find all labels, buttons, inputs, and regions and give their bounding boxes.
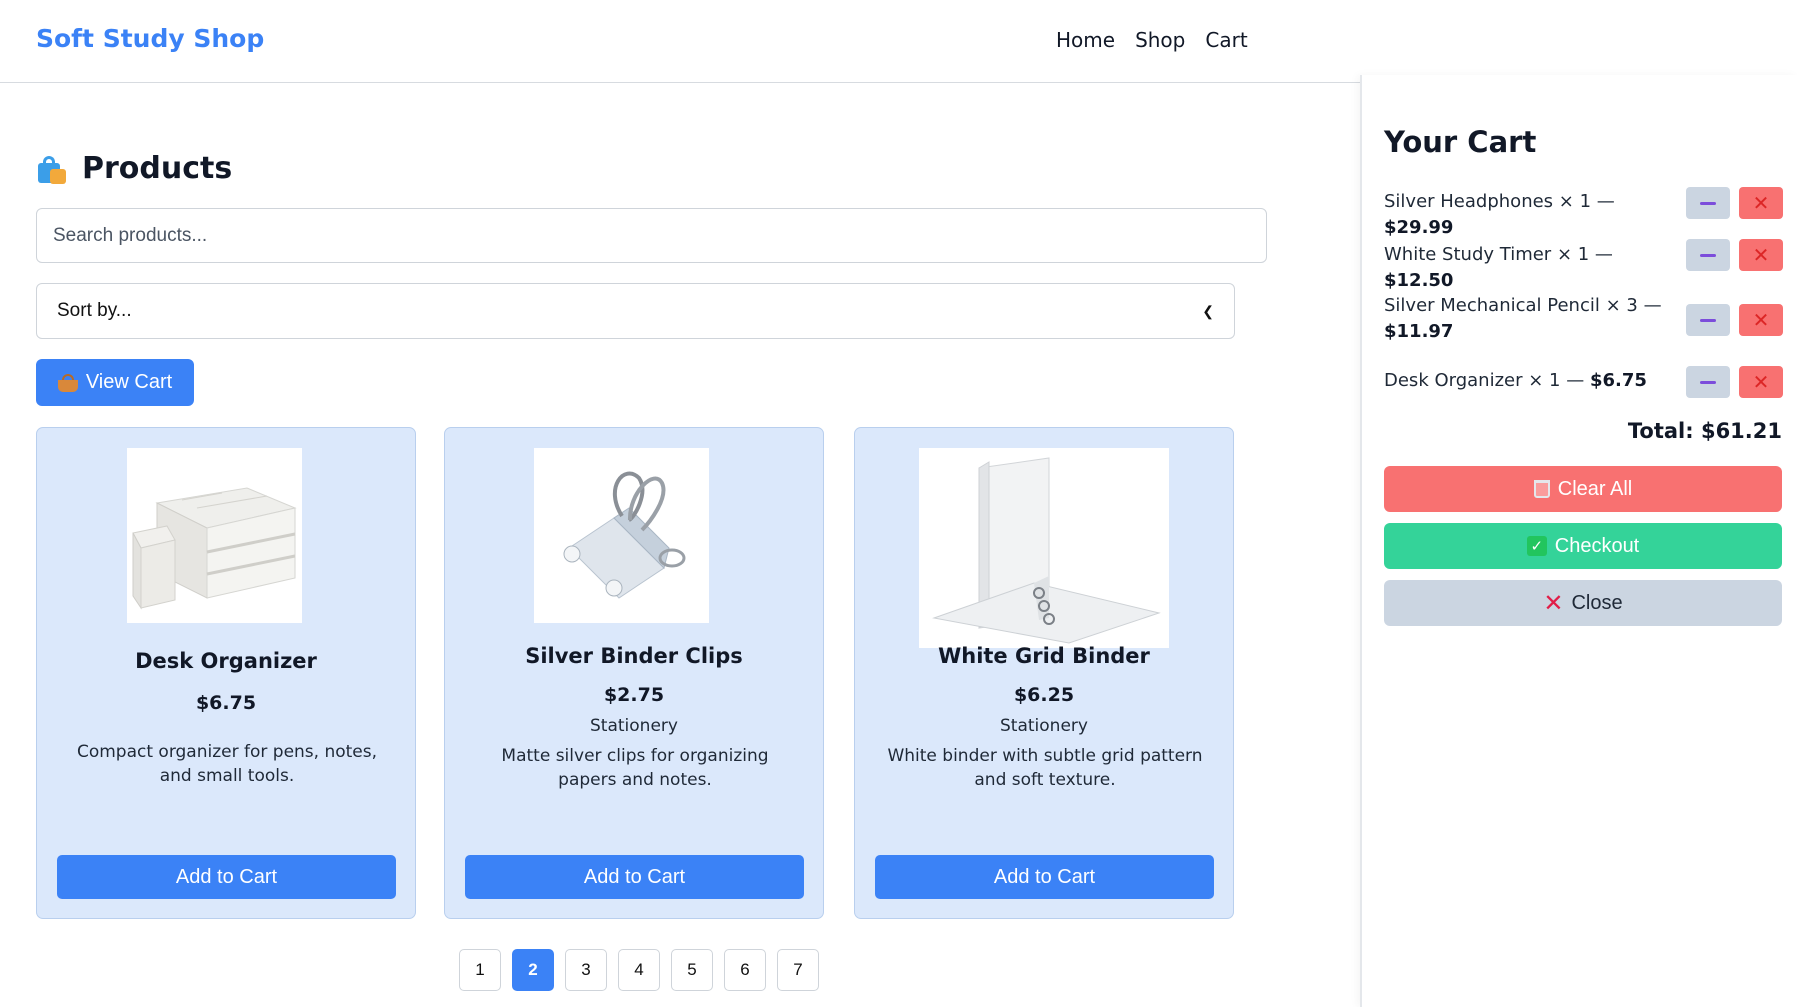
- page-button-6[interactable]: 6: [724, 949, 766, 991]
- minus-icon: [1700, 318, 1716, 322]
- nav-shop[interactable]: Shop: [1135, 28, 1185, 52]
- cart-item-text: White Study Timer × 1 — $12.50: [1384, 244, 1613, 291]
- close-cart-button[interactable]: ✕ Close: [1384, 580, 1782, 626]
- checkout-label: Checkout: [1554, 534, 1640, 557]
- remove-item-button[interactable]: ✕: [1739, 304, 1783, 336]
- top-navbar: Soft Study Shop Home Shop Cart: [0, 0, 1402, 83]
- trash-icon: [1533, 480, 1550, 498]
- product-description: Compact organizer for pens, notes, and s…: [76, 742, 378, 786]
- add-to-cart-button[interactable]: Add to Cart: [57, 855, 396, 899]
- product-category: Stationery: [1000, 716, 1088, 736]
- remove-item-button[interactable]: ✕: [1739, 187, 1783, 219]
- page-button-5[interactable]: 5: [671, 949, 713, 991]
- product-card: Silver Binder Clips $2.75 Stationery Mat…: [444, 427, 824, 919]
- page-button-3[interactable]: 3: [565, 949, 607, 991]
- nav-home[interactable]: Home: [1056, 28, 1115, 52]
- close-icon: ✕: [1752, 243, 1770, 267]
- product-price: $2.75: [603, 684, 665, 706]
- product-description: White binder with subtle grid pattern an…: [887, 746, 1203, 790]
- product-price: $6.75: [195, 692, 257, 714]
- check-icon: ✓: [1526, 536, 1547, 556]
- page-button-1[interactable]: 1: [459, 949, 501, 991]
- cart-item-text: Silver Headphones × 1 — $29.99: [1384, 191, 1615, 238]
- main-nav: Home Shop Cart: [1056, 28, 1248, 52]
- view-cart-button[interactable]: View Cart: [36, 359, 194, 406]
- decrease-quantity-button[interactable]: [1686, 304, 1730, 336]
- sort-select-value: Sort by...: [57, 300, 132, 321]
- nav-cart[interactable]: Cart: [1205, 28, 1247, 52]
- product-grid: Desk Organizer $6.75 Compact organizer f…: [36, 427, 1276, 919]
- shopping-bags-icon: [36, 153, 68, 185]
- cross-icon: ✕: [1543, 589, 1564, 617]
- page-button-7[interactable]: 7: [777, 949, 819, 991]
- cart-item-text: Silver Mechanical Pencil × 3 — $11.97: [1384, 295, 1662, 342]
- minus-icon: [1700, 380, 1716, 384]
- remove-item-button[interactable]: ✕: [1739, 239, 1783, 271]
- sort-select[interactable]: Sort by... ❮: [36, 283, 1235, 339]
- main-content: Products Sort by... ❮ View Cart: [36, 83, 1267, 1007]
- pagination: 1 2 3 4 5 6 7: [459, 949, 819, 991]
- search-input[interactable]: [36, 208, 1267, 263]
- close-label: Close: [1571, 591, 1623, 614]
- product-description: Matte silver clips for organizing papers…: [501, 746, 769, 790]
- product-price: $6.25: [1013, 684, 1075, 706]
- minus-icon: [1700, 201, 1716, 205]
- close-icon: ✕: [1752, 370, 1770, 394]
- cart-item-text: Desk Organizer × 1 — $6.75: [1384, 370, 1647, 391]
- page-title: Products: [82, 151, 233, 186]
- product-name: Silver Binder Clips: [525, 644, 743, 668]
- minus-icon: [1700, 253, 1716, 257]
- products-heading: Products: [36, 151, 232, 186]
- checkout-button[interactable]: ✓ Checkout: [1384, 523, 1782, 569]
- decrease-quantity-button[interactable]: [1686, 366, 1730, 398]
- cart-panel: Your Cart Silver Headphones × 1 — $29.99…: [1360, 75, 1797, 1007]
- chevron-down-icon: ❮: [1202, 302, 1214, 319]
- add-to-cart-button[interactable]: Add to Cart: [465, 855, 804, 899]
- product-card: Desk Organizer $6.75 Compact organizer f…: [36, 427, 416, 919]
- clear-all-button[interactable]: Clear All: [1384, 466, 1782, 512]
- decrease-quantity-button[interactable]: [1686, 239, 1730, 271]
- page-button-2[interactable]: 2: [512, 949, 554, 991]
- product-image-silver-binder-clips[interactable]: [534, 448, 709, 623]
- product-name: Desk Organizer: [135, 649, 317, 673]
- product-image-white-grid-binder[interactable]: [919, 448, 1169, 648]
- brand-logo[interactable]: Soft Study Shop: [36, 24, 264, 53]
- cart-title: Your Cart: [1384, 125, 1537, 159]
- close-icon: ✕: [1752, 308, 1770, 332]
- page-button-4[interactable]: 4: [618, 949, 660, 991]
- product-card: White Grid Binder $6.25 Stationery White…: [854, 427, 1234, 919]
- decrease-quantity-button[interactable]: [1686, 187, 1730, 219]
- product-category: Stationery: [590, 716, 678, 736]
- close-icon: ✕: [1752, 191, 1770, 215]
- product-name: White Grid Binder: [938, 644, 1150, 668]
- clear-all-label: Clear All: [1557, 477, 1633, 500]
- page: Soft Study Shop Home Shop Cart Products …: [0, 0, 1797, 1007]
- cart-total: Total: $61.21: [1627, 419, 1782, 443]
- product-image-desk-organizer[interactable]: [127, 448, 302, 623]
- remove-item-button[interactable]: ✕: [1739, 366, 1783, 398]
- add-to-cart-button[interactable]: Add to Cart: [875, 855, 1214, 899]
- basket-icon: [57, 373, 78, 392]
- view-cart-label: View Cart: [85, 371, 173, 393]
